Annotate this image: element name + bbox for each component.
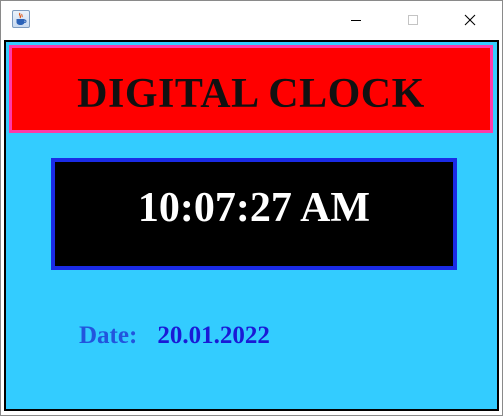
date-value: 20.01.2022 [157,322,270,349]
title-bar[interactable] [1,1,502,39]
maximize-icon [408,15,418,25]
maximize-button[interactable] [390,1,436,39]
time-text: 10:07:27 AM [137,185,371,231]
app-window: DIGITAL CLOCK 10:07:27 AM Date: 20.01.202… [0,0,503,416]
clock-panel: DIGITAL CLOCK 10:07:27 AM Date: 20.01.202… [4,40,499,411]
java-cup-icon[interactable] [12,10,30,28]
close-icon [464,14,476,26]
date-row: Date: 20.01.2022 [79,322,270,350]
header-banner: DIGITAL CLOCK [9,45,493,133]
time-display: 10:07:27 AM [51,158,457,270]
close-button[interactable] [447,1,493,39]
date-label: Date: [79,322,138,349]
minimize-icon [351,20,361,21]
header-title: DIGITAL CLOCK [77,71,425,117]
minimize-button[interactable] [333,1,379,39]
